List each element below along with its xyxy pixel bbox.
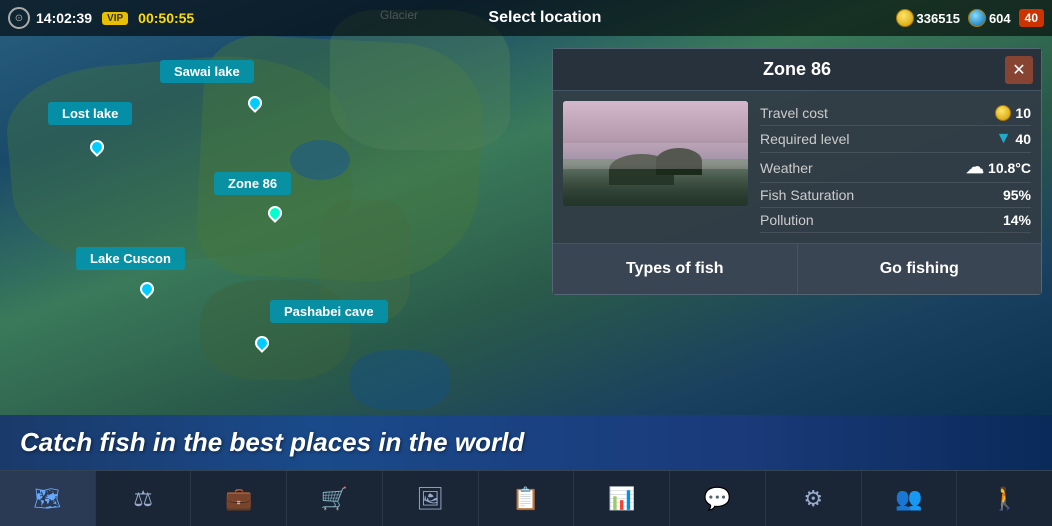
shop-nav-icon: 🛒	[321, 488, 348, 510]
balance-nav-icon: ⚖	[133, 488, 153, 510]
nav-tasks[interactable]: 📋	[479, 471, 575, 526]
go-fishing-button[interactable]: Go fishing	[798, 244, 1042, 294]
bottom-banner: Catch fish in the best places in the wor…	[0, 415, 1052, 470]
coins-display: 336515	[896, 9, 960, 27]
panel-buttons: Types of fish Go fishing	[553, 243, 1041, 294]
banner-text: Catch fish in the best places in the wor…	[20, 427, 524, 457]
stats-nav-icon: 📊	[608, 488, 635, 510]
tasks-nav-icon: 📋	[512, 488, 539, 510]
countdown-timer: 00:50:55	[138, 10, 194, 26]
panel-body: Travel cost 10 Required level ▼ 40 Weath…	[553, 91, 1041, 243]
travel-cost-value: 10	[995, 105, 1031, 121]
nav-chat[interactable]: 💬	[670, 471, 766, 526]
required-level-row: Required level ▼ 40	[760, 126, 1031, 153]
friends-nav-icon: 👥	[895, 488, 922, 510]
required-level-value: ▼ 40	[996, 130, 1031, 148]
travel-cost-icon	[995, 105, 1011, 121]
zone-panel: Zone 86 ✕ Travel cost 10 Required le	[552, 48, 1042, 295]
nav-exit[interactable]: 🚶	[957, 471, 1052, 526]
panel-header: Zone 86 ✕	[553, 49, 1041, 91]
coins-amount: 336515	[917, 11, 960, 26]
nav-settings[interactable]: ⚙	[766, 471, 862, 526]
select-location-title: Select location	[194, 9, 895, 27]
equipment-nav-icon: 💼	[225, 488, 252, 510]
exit-nav-icon: 🚶	[991, 488, 1018, 510]
currency-area: 336515 604 40	[896, 9, 1044, 27]
diamond-icon	[968, 9, 986, 27]
diamonds-amount: 604	[989, 11, 1011, 26]
weather-label: Weather	[760, 160, 813, 176]
pollution-value: 14%	[1003, 212, 1031, 228]
timer-area: ⊙ 14:02:39 VIP 00:50:55	[8, 7, 194, 29]
nav-stats[interactable]: 📊	[574, 471, 670, 526]
travel-cost-label: Travel cost	[760, 105, 828, 121]
fish-saturation-value: 95%	[1003, 187, 1031, 203]
weather-row: Weather ☁ 10.8°C	[760, 153, 1031, 183]
level-badge: 40	[1019, 9, 1044, 27]
pollution-row: Pollution 14%	[760, 208, 1031, 233]
zone-image	[563, 101, 748, 206]
nav-equipment[interactable]: 💼	[191, 471, 287, 526]
pollution-label: Pollution	[760, 212, 814, 228]
panel-title: Zone 86	[763, 59, 831, 80]
map-nav-icon: 🗺	[33, 488, 61, 510]
top-bar: ⊙ 14:02:39 VIP 00:50:55 Select location …	[0, 0, 1052, 36]
clock-icon: ⊙	[8, 7, 30, 29]
vip-badge: VIP	[102, 12, 128, 25]
nav-gallery[interactable]: 🖼	[383, 471, 479, 526]
nav-shop[interactable]: 🛒	[287, 471, 383, 526]
nav-friends[interactable]: 👥	[862, 471, 958, 526]
travel-cost-row: Travel cost 10	[760, 101, 1031, 126]
pin-lake-cuscon	[137, 279, 157, 299]
current-time: 14:02:39	[36, 10, 92, 26]
required-level-label: Required level	[760, 131, 850, 147]
location-zone86[interactable]: Zone 86	[214, 172, 291, 195]
weather-value: ☁ 10.8°C	[966, 157, 1031, 178]
gallery-nav-icon: 🖼	[416, 488, 444, 510]
bottom-nav: 🗺 ⚖ 💼 🛒 🖼 📋 📊 💬 ⚙ 👥 🚶	[0, 470, 1052, 526]
location-lake-cuscon[interactable]: Lake Cuscon	[76, 247, 185, 270]
fish-saturation-label: Fish Saturation	[760, 187, 854, 203]
fish-saturation-row: Fish Saturation 95%	[760, 183, 1031, 208]
nav-balance[interactable]: ⚖	[96, 471, 192, 526]
chat-nav-icon: 💬	[704, 488, 731, 510]
types-of-fish-button[interactable]: Types of fish	[553, 244, 798, 294]
close-button[interactable]: ✕	[1005, 56, 1033, 84]
settings-nav-icon: ⚙	[803, 488, 823, 510]
coin-icon	[896, 9, 914, 27]
diamonds-display: 604	[968, 9, 1011, 27]
zone-image-overlay	[563, 164, 748, 206]
nav-map[interactable]: 🗺	[0, 471, 96, 526]
location-lost-lake[interactable]: Lost lake	[48, 102, 132, 125]
zone-stats: Travel cost 10 Required level ▼ 40 Weath…	[760, 101, 1031, 233]
location-sawai-lake[interactable]: Sawai lake	[160, 60, 254, 83]
location-pashabei-cave[interactable]: Pashabei cave	[270, 300, 388, 323]
